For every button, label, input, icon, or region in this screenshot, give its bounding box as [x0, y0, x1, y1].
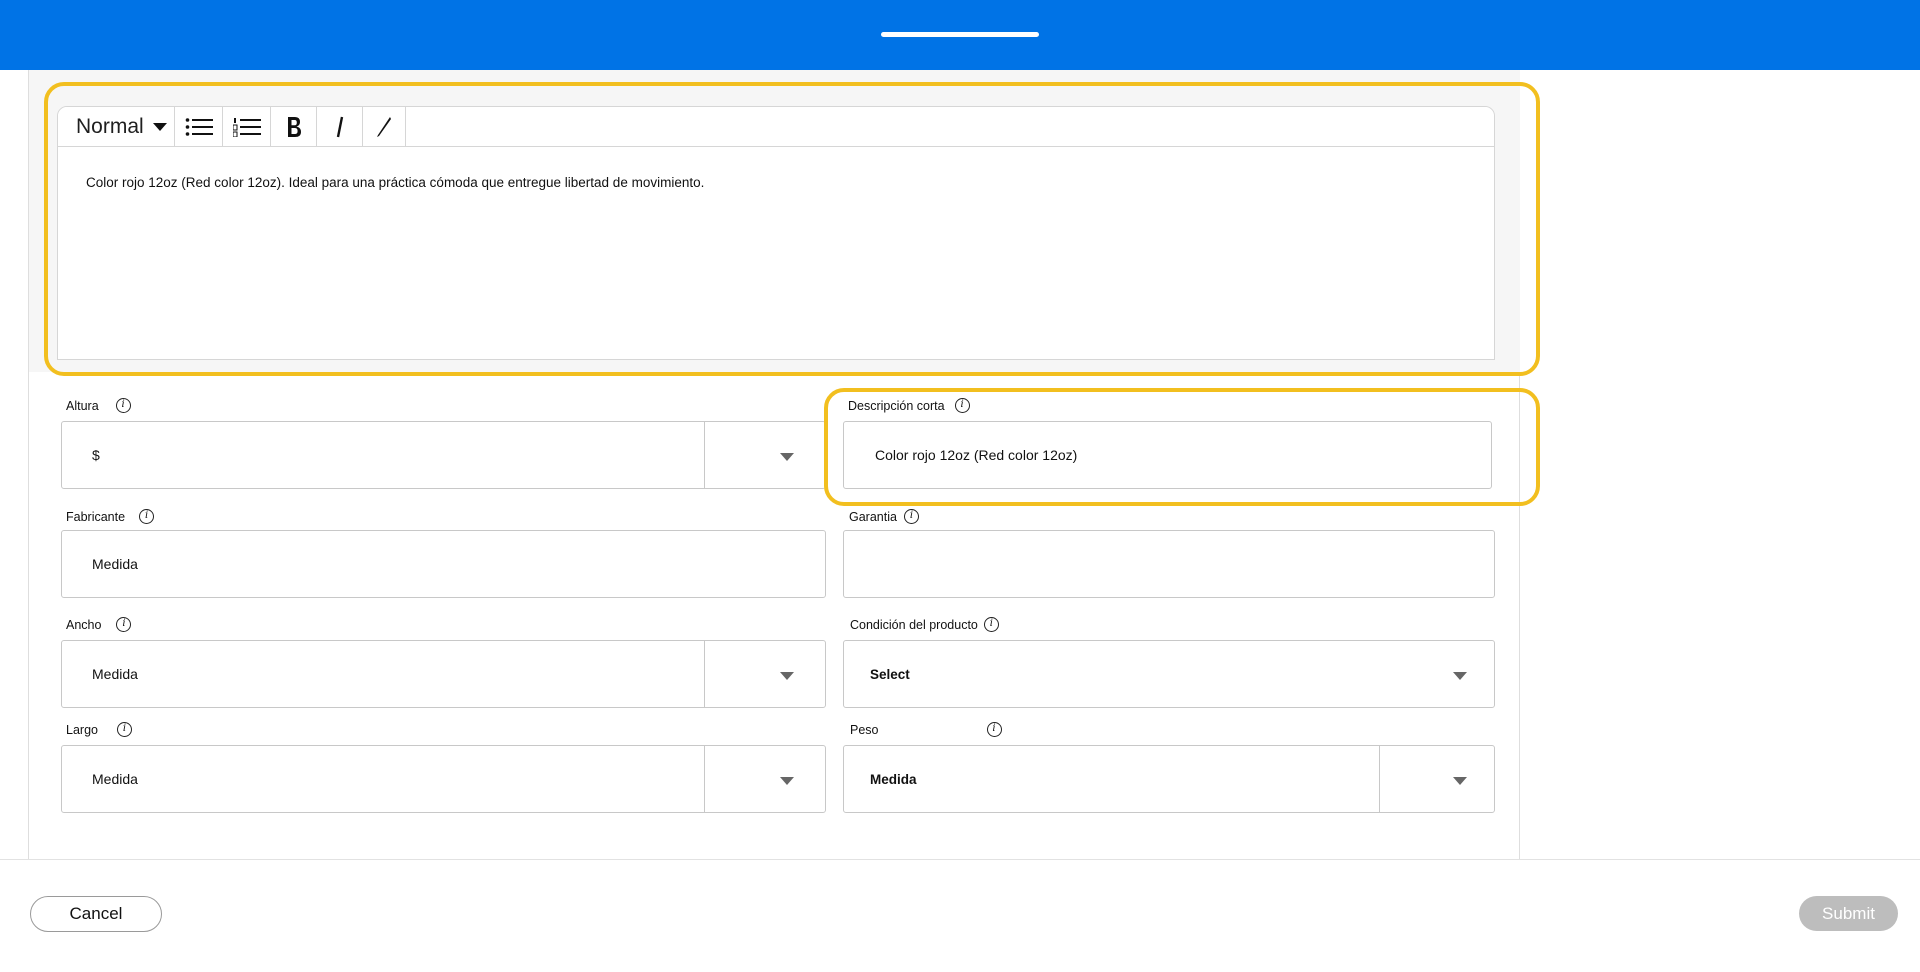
highlight-short-description: [824, 388, 1540, 506]
largo-label: Largo i: [66, 722, 132, 737]
condicion-label-text: Condición del producto: [850, 617, 978, 632]
info-icon[interactable]: i: [116, 617, 132, 632]
info-icon[interactable]: i: [983, 617, 999, 632]
largo-input[interactable]: Medida: [92, 746, 138, 812]
info-icon[interactable]: i: [115, 398, 131, 413]
info-icon[interactable]: i: [903, 509, 919, 524]
garantia-label: Garantia i: [849, 509, 919, 524]
peso-field[interactable]: Medida: [843, 745, 1495, 813]
condicion-label: Condición del producto i: [850, 617, 999, 632]
chevron-down-icon[interactable]: [780, 672, 794, 680]
largo-label-text: Largo: [66, 722, 98, 737]
ancho-field[interactable]: Medida: [61, 640, 826, 708]
info-icon[interactable]: i: [986, 722, 1002, 737]
footer-divider: [0, 859, 1920, 860]
highlight-editor: [44, 82, 1540, 376]
divider: [704, 422, 705, 488]
largo-field[interactable]: Medida: [61, 745, 826, 813]
ancho-input[interactable]: Medida: [92, 641, 138, 707]
peso-input[interactable]: Medida: [870, 746, 917, 812]
garantia-field[interactable]: [843, 530, 1495, 598]
info-icon[interactable]: i: [116, 722, 132, 737]
chevron-down-icon[interactable]: [1453, 672, 1467, 680]
ancho-label-text: Ancho: [66, 617, 102, 632]
fabricante-field[interactable]: Medida: [61, 530, 826, 598]
ancho-label: Ancho i: [66, 617, 132, 632]
divider: [1379, 746, 1380, 812]
chevron-down-icon[interactable]: [1453, 777, 1467, 785]
chevron-down-icon[interactable]: [780, 453, 794, 461]
peso-label-text: Peso: [850, 722, 879, 737]
altura-label: Altura i: [66, 398, 131, 413]
submit-button[interactable]: Submit: [1799, 896, 1898, 931]
fabricante-input[interactable]: Medida: [92, 531, 138, 597]
altura-label-text: Altura: [66, 398, 99, 413]
altura-field[interactable]: $: [61, 421, 826, 489]
fabricante-label: Fabricante i: [66, 509, 155, 524]
garantia-label-text: Garantia: [849, 509, 897, 524]
altura-input[interactable]: $: [92, 422, 100, 488]
condicion-select[interactable]: Select: [843, 640, 1495, 708]
drag-handle[interactable]: [881, 32, 1039, 37]
condicion-value: Select: [870, 666, 910, 682]
fabricante-label-text: Fabricante: [66, 509, 126, 524]
divider: [704, 746, 705, 812]
peso-label: Peso i: [850, 722, 1002, 737]
divider: [704, 641, 705, 707]
info-icon[interactable]: i: [139, 509, 155, 524]
chevron-down-icon[interactable]: [780, 777, 794, 785]
cancel-button[interactable]: Cancel: [30, 896, 162, 932]
